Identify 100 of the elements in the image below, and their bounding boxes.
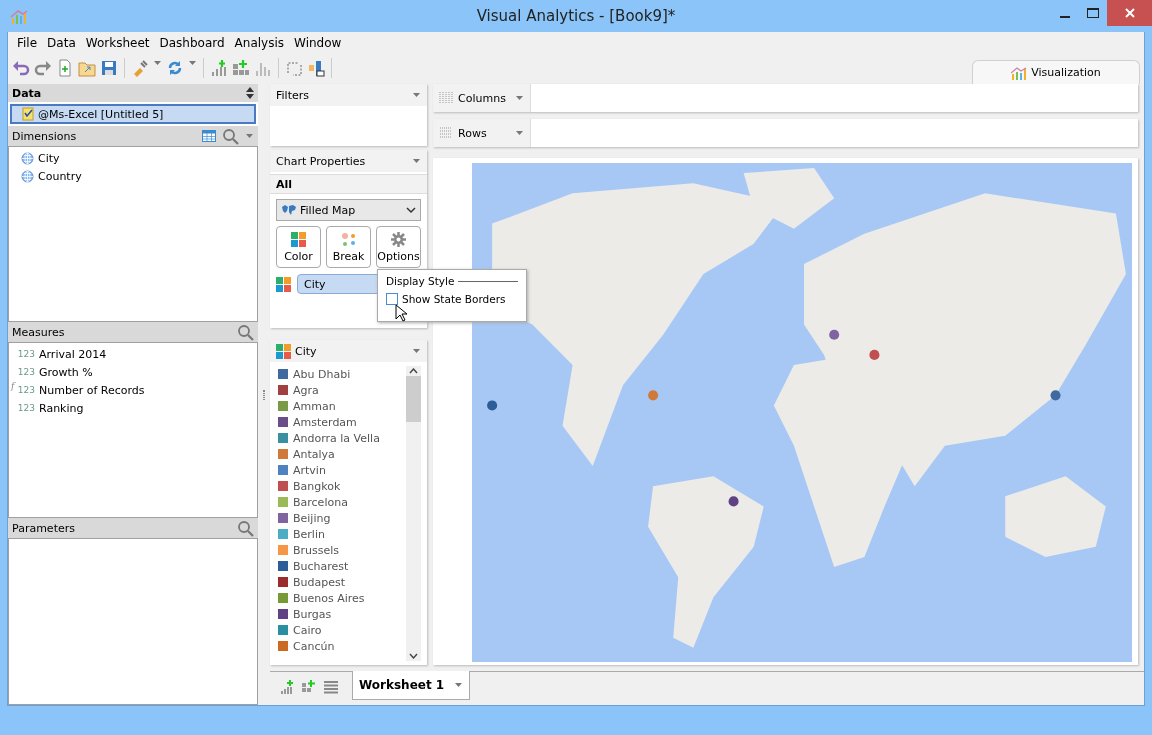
menu-item[interactable]: Dashboard [154,36,230,50]
legend-item[interactable]: Andorra la Vella [293,431,380,445]
menu-item[interactable]: Worksheet [80,36,155,50]
legend-item[interactable]: Bangkok [293,479,341,493]
legend-item[interactable]: Artvin [293,463,326,477]
legend-item[interactable]: Amsterdam [293,415,357,429]
columns-icon [439,91,453,105]
world-map-icon [281,204,297,216]
legend-item[interactable]: Antalya [293,447,335,461]
undo-icon[interactable] [12,59,30,77]
panel-title: Parameters [12,521,76,535]
list-icon[interactable] [324,680,338,694]
scroll-up-icon[interactable] [409,368,418,374]
caret-icon[interactable] [515,129,524,137]
legend-title: City [295,344,317,358]
add-bar-chart-icon[interactable] [210,59,228,77]
panel-title: Measures [12,325,66,339]
window-title: Visual Analytics - [Book9]* [475,7,677,25]
caret-icon[interactable] [412,347,421,355]
break-button[interactable]: Break [326,226,371,268]
legend-item[interactable]: Brussels [293,543,340,557]
legend-item[interactable]: Burgas [293,607,332,621]
legend-item[interactable]: Agra [293,383,319,397]
menu-item[interactable]: Data [42,36,81,50]
measure-field[interactable]: Ranking [39,401,84,415]
search-icon[interactable] [222,127,239,145]
caret-icon[interactable] [412,157,421,165]
sort-icon[interactable] [246,87,254,99]
chart-type-dropdown[interactable]: Filled Map [276,199,421,221]
legend-item[interactable]: Amman [293,399,336,413]
legend-item[interactable]: Berlin [293,527,325,541]
close-button[interactable] [1107,0,1152,26]
checked-document-icon [22,107,34,121]
scroll-down-icon[interactable] [409,653,418,659]
dimension-field[interactable]: Country [38,169,82,183]
type-label: 123 [16,349,35,359]
caret-icon[interactable] [412,91,421,99]
redo-icon[interactable] [34,59,52,77]
caret-icon[interactable] [245,132,254,140]
type-label: 123 [16,385,35,395]
rows-shelf[interactable]: Rows [433,119,1138,147]
type-label: 123 [16,403,35,413]
dashboard-icon[interactable] [307,59,325,77]
close-icon [1124,8,1135,18]
scrollbar[interactable] [406,366,421,661]
search-icon[interactable] [237,323,254,341]
color-grid-icon [291,231,306,247]
minimize-icon [1060,16,1070,18]
legend-item[interactable]: Bucharest [293,559,349,573]
legend-item[interactable]: Beijing [293,511,331,525]
formula-mark: f [11,381,15,391]
open-folder-icon[interactable] [78,59,96,77]
measure-field[interactable]: Growth % [39,365,93,379]
add-bar-chart-icon[interactable] [280,680,294,694]
new-file-icon[interactable] [56,59,74,77]
color-button[interactable]: Color [276,226,321,268]
legend-item[interactable]: Buenos Aires [293,591,365,605]
app-logo-icon [10,7,28,25]
legend-item[interactable]: Abu Dhabi [293,367,351,381]
checkbox-label[interactable]: Show State Borders [402,293,506,305]
rows-icon [439,126,453,140]
scrollbar-thumb[interactable] [406,376,421,422]
refresh-icon[interactable] [166,59,184,77]
section-title: All [270,174,427,194]
color-grid-icon [276,276,291,292]
save-icon[interactable] [100,59,118,77]
measure-field[interactable]: Number of Records [39,383,145,397]
legend-item[interactable]: Budapest [293,575,346,589]
caret-icon[interactable] [454,681,464,689]
globe-icon [21,151,34,165]
show-state-borders-checkbox[interactable] [386,293,398,305]
panel-title: Data [12,86,43,100]
maximize-icon [1087,8,1099,18]
menu-item[interactable]: File [12,36,43,50]
sheet-tab[interactable]: Worksheet 1 [352,671,471,700]
legend-item[interactable]: Cairo [293,623,322,637]
panel-title: Dimensions [12,129,78,143]
globe-icon [21,169,34,183]
color-grid-icon [276,343,291,359]
search-icon[interactable] [237,519,254,537]
chevron-down-icon [406,206,416,214]
menu-item[interactable]: Window [289,36,347,50]
add-grid-icon[interactable] [232,59,250,77]
dimension-field[interactable]: City [38,151,60,165]
gear-icon [391,231,406,247]
table-icon[interactable] [202,130,216,142]
add-grid-icon[interactable] [302,680,316,694]
measure-field[interactable]: Arrival 2014 [39,347,107,361]
chart-icon [1011,65,1028,80]
scatter-dots-icon [341,231,356,247]
panel-title: Filters [276,88,309,102]
legend-item[interactable]: Cancún [293,639,335,653]
options-button[interactable]: Options [376,226,421,268]
data-source-item[interactable]: @Ms-Excel [Untitled 5] [10,104,256,124]
visualization-tab[interactable]: Visualization [972,60,1140,84]
panel-title: Chart Properties [276,154,366,168]
caret-icon[interactable] [515,94,524,102]
legend-item[interactable]: Barcelona [293,495,348,509]
columns-shelf[interactable]: Columns [433,84,1138,112]
menu-item[interactable]: Analysis [229,36,290,50]
